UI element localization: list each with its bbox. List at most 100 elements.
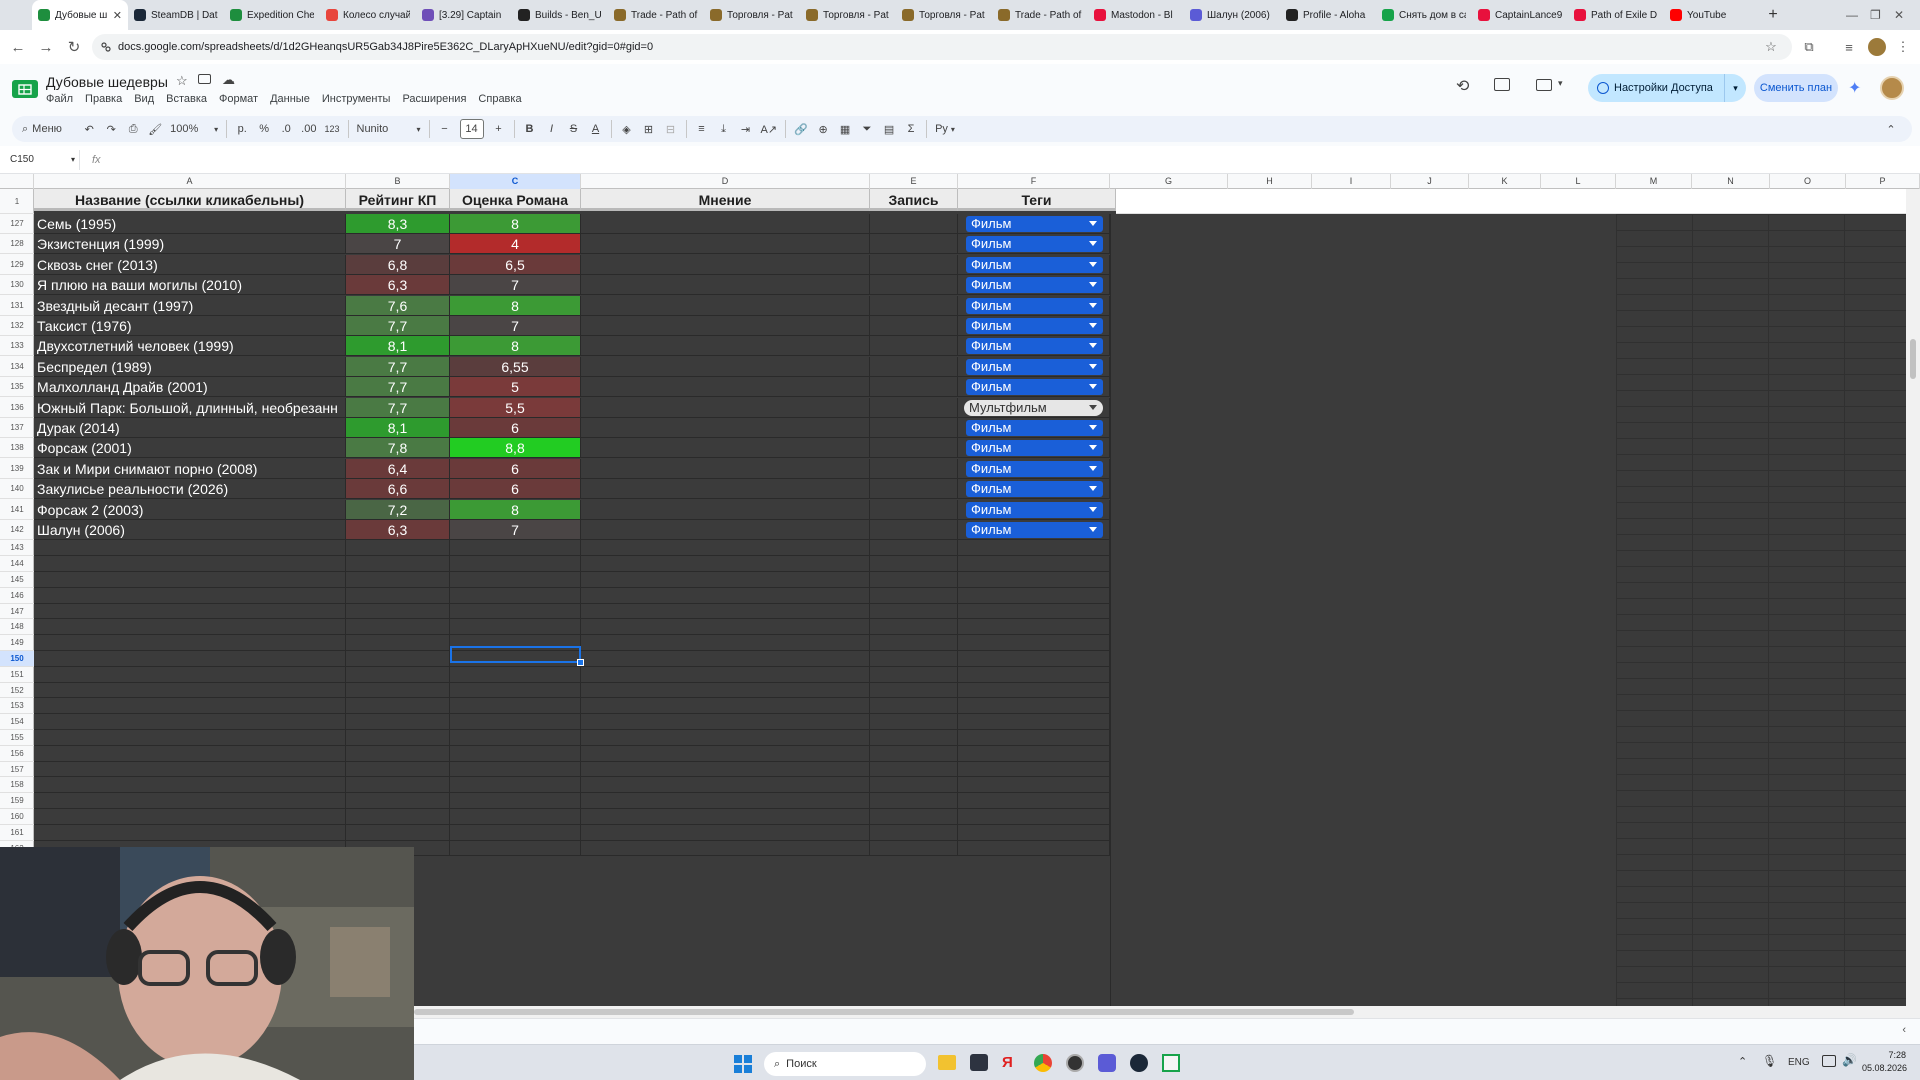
row-number[interactable]: 129 xyxy=(0,255,34,275)
record-cell[interactable] xyxy=(870,254,958,275)
empty-cell[interactable] xyxy=(346,666,450,683)
row-number[interactable]: 154 xyxy=(0,714,34,730)
kp-rating-cell[interactable]: 8,1 xyxy=(346,336,450,357)
selected-cell[interactable] xyxy=(450,646,581,663)
kp-rating-cell[interactable]: 6,3 xyxy=(346,520,450,540)
percent-format-button[interactable]: % xyxy=(257,119,271,139)
menu-item[interactable]: Справка xyxy=(478,93,521,105)
empty-cell[interactable] xyxy=(958,682,1110,699)
empty-dark-area[interactable] xyxy=(1110,214,1616,1006)
browser-tab[interactable]: [3.29] Captain xyxy=(416,0,512,30)
empty-cell[interactable] xyxy=(581,619,870,636)
close-tab-icon[interactable]: ✕ xyxy=(113,9,122,22)
empty-cell[interactable] xyxy=(34,682,346,699)
vertical-align-icon[interactable]: ⤓ xyxy=(717,119,731,139)
row-number[interactable]: 150 xyxy=(0,651,34,667)
search-menus-button[interactable]: ⌕ Меню xyxy=(22,119,74,139)
record-cell[interactable] xyxy=(870,377,958,398)
empty-cell[interactable] xyxy=(346,635,450,651)
empty-cell[interactable] xyxy=(958,666,1110,683)
kp-rating-cell[interactable]: 7,7 xyxy=(346,377,450,398)
record-cell[interactable] xyxy=(870,295,958,316)
empty-cell[interactable] xyxy=(581,572,870,588)
filter-icon[interactable]: ⏷ xyxy=(860,119,874,139)
empty-cell[interactable] xyxy=(581,540,870,557)
empty-cell[interactable] xyxy=(958,635,1110,651)
menu-item[interactable]: Инструменты xyxy=(322,93,391,105)
site-info-icon[interactable] xyxy=(100,41,112,53)
empty-cell[interactable] xyxy=(581,809,870,825)
steam-icon[interactable] xyxy=(1130,1054,1148,1072)
comments-icon[interactable] xyxy=(1494,78,1510,91)
column-header[interactable]: O xyxy=(1770,174,1846,189)
record-cell[interactable] xyxy=(870,438,958,459)
row-number[interactable]: 127 xyxy=(0,214,34,234)
column-header[interactable]: M xyxy=(1616,174,1692,189)
roman-score-cell[interactable]: 8 xyxy=(450,295,581,316)
empty-cell[interactable] xyxy=(870,619,958,636)
empty-cell[interactable] xyxy=(581,730,870,746)
opinion-cell[interactable] xyxy=(581,254,870,275)
account-avatar[interactable] xyxy=(1880,76,1904,100)
empty-cell[interactable] xyxy=(346,809,450,825)
title-cell[interactable]: Беспредел (1989) xyxy=(34,356,346,377)
move-folder-icon[interactable] xyxy=(198,74,211,84)
explore-collapse-icon[interactable]: ‹ xyxy=(1902,1024,1906,1036)
vertical-scrollbar-thumb[interactable] xyxy=(1910,339,1916,379)
file-explorer-icon[interactable] xyxy=(938,1055,956,1070)
kp-rating-cell[interactable]: 7,7 xyxy=(346,356,450,377)
roman-score-cell[interactable]: 8,8 xyxy=(450,438,581,459)
title-cell[interactable]: Звездный десант (1997) xyxy=(34,295,346,316)
tag-chip[interactable]: Фильм xyxy=(966,358,1103,375)
empty-cell[interactable] xyxy=(34,619,346,636)
record-cell[interactable] xyxy=(870,458,958,479)
increase-decimal-button[interactable]: .00 xyxy=(301,119,316,139)
column-header[interactable]: J xyxy=(1391,174,1469,189)
empty-cell[interactable] xyxy=(870,587,958,604)
empty-cell[interactable] xyxy=(581,745,870,762)
vertical-scrollbar[interactable] xyxy=(1906,189,1920,1006)
fill-handle[interactable] xyxy=(577,659,584,666)
browser-tab[interactable]: Profile - Aloha xyxy=(1280,0,1376,30)
empty-cell[interactable] xyxy=(958,540,1110,557)
insert-link-icon[interactable]: 🔗 xyxy=(794,119,808,139)
filter-views-icon[interactable]: ▤ xyxy=(882,119,896,139)
opinion-cell[interactable] xyxy=(581,377,870,398)
empty-cell[interactable] xyxy=(34,651,346,667)
row-number[interactable]: 139 xyxy=(0,459,34,479)
reload-icon[interactable]: ↻ xyxy=(60,33,88,61)
forward-icon[interactable]: → xyxy=(32,33,60,61)
tag-chip[interactable]: Фильм xyxy=(966,460,1103,477)
volume-icon[interactable]: 🔊 xyxy=(1842,1053,1857,1067)
empty-cell[interactable] xyxy=(34,809,346,825)
browser-tab[interactable]: Дубовые ш… ✕ xyxy=(32,0,128,30)
column-header[interactable]: C xyxy=(450,174,581,189)
browser-tab[interactable]: Builds - Ben_U xyxy=(512,0,608,30)
empty-cell[interactable] xyxy=(870,777,958,794)
microphone-icon[interactable]: 🎙 xyxy=(1762,1054,1777,1068)
roman-score-cell[interactable]: 6 xyxy=(450,479,581,500)
empty-cell[interactable] xyxy=(346,824,450,841)
empty-cell[interactable] xyxy=(450,809,581,825)
text-rotation-icon[interactable]: A↗ xyxy=(761,119,778,139)
title-cell[interactable]: Форсаж (2001) xyxy=(34,438,346,459)
opinion-cell[interactable] xyxy=(581,458,870,479)
row-number[interactable]: 148 xyxy=(0,619,34,636)
empty-cell[interactable] xyxy=(346,777,450,794)
empty-cell[interactable] xyxy=(870,761,958,778)
sheets-taskbar-icon[interactable] xyxy=(1162,1054,1180,1072)
print-icon[interactable]: ⎙ xyxy=(126,119,140,139)
empty-cell[interactable] xyxy=(450,698,581,715)
row-number[interactable]: 131 xyxy=(0,296,34,316)
record-cell[interactable] xyxy=(870,275,958,296)
empty-cell[interactable] xyxy=(581,556,870,572)
back-icon[interactable]: ← xyxy=(4,33,32,61)
browser-tab[interactable]: SteamDB | Data xyxy=(128,0,224,30)
sheets-logo-icon[interactable] xyxy=(12,80,38,98)
minimize-icon[interactable]: — xyxy=(1846,0,1866,30)
menu-item[interactable]: Данные xyxy=(270,93,310,105)
row-number[interactable]: 133 xyxy=(0,336,34,357)
document-title[interactable]: Дубовые шедевры xyxy=(46,74,168,90)
empty-cell[interactable] xyxy=(34,698,346,715)
empty-cell[interactable] xyxy=(450,572,581,588)
